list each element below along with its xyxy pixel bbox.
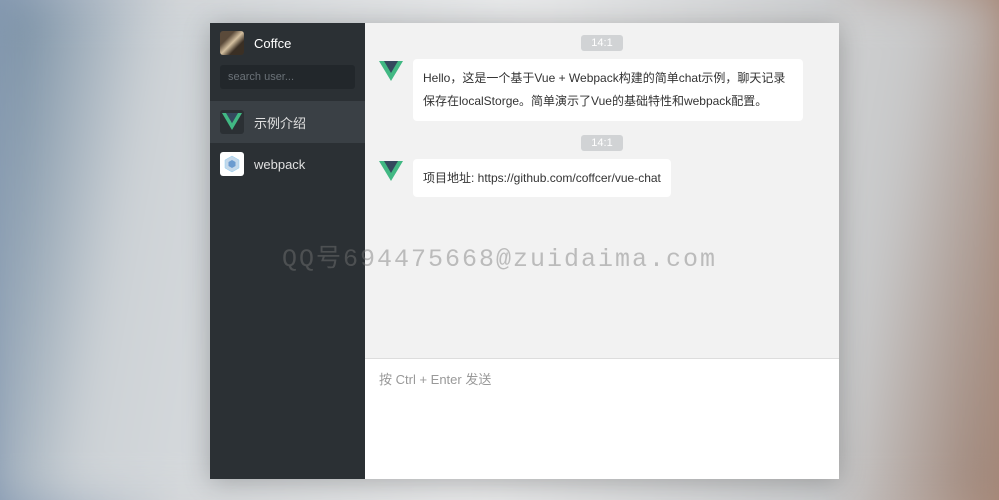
message-bubble: Hello，这是一个基于Vue + Webpack构建的简单chat示例，聊天记… <box>413 59 803 121</box>
input-area <box>365 358 839 479</box>
messages-scroll-area[interactable]: 14:1 Hello，这是一个基于Vue + Webpack构建的简单chat示… <box>365 23 839 358</box>
message-input[interactable] <box>365 359 839 479</box>
search-box <box>220 65 355 89</box>
time-badge: 14:1 <box>379 33 825 51</box>
vue-icon <box>379 61 403 85</box>
vue-icon <box>220 110 244 134</box>
time-text: 14:1 <box>581 35 622 51</box>
sidebar-header: Coffce <box>210 23 365 65</box>
sidebar: Coffce 示例介绍 <box>210 23 365 479</box>
contact-item-example[interactable]: 示例介绍 <box>210 101 365 143</box>
contact-name-label: webpack <box>254 157 305 172</box>
time-text: 14:1 <box>581 135 622 151</box>
message-row: Hello，这是一个基于Vue + Webpack构建的简单chat示例，聊天记… <box>379 59 825 121</box>
username-label: Coffce <box>254 36 291 51</box>
user-avatar[interactable] <box>220 31 244 55</box>
search-input[interactable] <box>220 65 355 89</box>
contact-name-label: 示例介绍 <box>254 113 306 132</box>
vue-icon <box>379 161 403 185</box>
message-bubble: 项目地址: https://github.com/coffcer/vue-cha… <box>413 159 671 198</box>
chat-app-window: Coffce 示例介绍 <box>210 23 839 479</box>
contact-list: 示例介绍 webpack <box>210 101 365 479</box>
contact-item-webpack[interactable]: webpack <box>210 143 365 185</box>
time-badge: 14:1 <box>379 133 825 151</box>
chat-area: 14:1 Hello，这是一个基于Vue + Webpack构建的简单chat示… <box>365 23 839 479</box>
webpack-icon <box>220 152 244 176</box>
message-row: 项目地址: https://github.com/coffcer/vue-cha… <box>379 159 825 198</box>
